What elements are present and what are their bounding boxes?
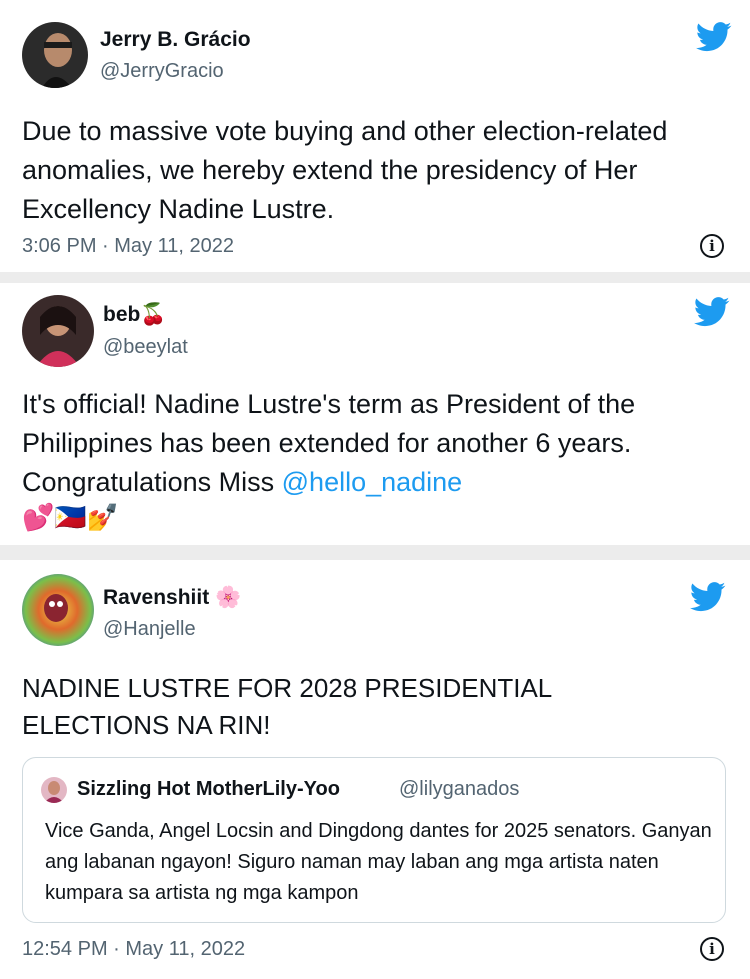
divider bbox=[0, 272, 750, 283]
tweet-text: Due to massive vote buying and other ele… bbox=[22, 116, 668, 224]
tweet-text: NADINE LUSTRE FOR 2028 PRESIDENTIAL ELEC… bbox=[22, 673, 552, 740]
display-name[interactable]: Ravenshiit 🌸 bbox=[103, 586, 241, 610]
twitter-bird-icon[interactable] bbox=[690, 582, 726, 612]
flower-emoji: 🌸 bbox=[215, 586, 242, 609]
quoted-user-handle[interactable]: @lilyganados bbox=[399, 778, 519, 801]
quoted-tweet[interactable]: Sizzling Hot MotherLily-Yoo @lilyganados… bbox=[22, 757, 726, 923]
tweet-card[interactable]: beb🍒 @beeylat It's official! Nadine Lust… bbox=[0, 283, 750, 545]
twitter-bird-icon[interactable] bbox=[696, 22, 732, 52]
avatar[interactable] bbox=[22, 22, 88, 88]
quoted-tweet-text: Vice Ganda, Angel Locsin and Dingdong da… bbox=[45, 820, 712, 904]
quoted-display-name[interactable]: Sizzling Hot MotherLily-Yoo bbox=[77, 778, 340, 801]
tweet-timestamp[interactable]: 3:06 PM · May 11, 2022 bbox=[22, 235, 234, 258]
avatar[interactable] bbox=[22, 574, 94, 646]
info-icon[interactable]: i bbox=[700, 234, 724, 258]
display-name[interactable]: Jerry B. Grácio bbox=[100, 28, 251, 52]
divider bbox=[0, 545, 750, 560]
display-name-text[interactable]: Ravenshiit bbox=[103, 586, 209, 609]
tweet-timestamp[interactable]: 12:54 PM · May 11, 2022 bbox=[22, 938, 245, 961]
quoted-avatar[interactable] bbox=[41, 777, 67, 803]
user-handle[interactable]: @Hanjelle bbox=[103, 618, 196, 641]
display-name-text[interactable]: beb bbox=[103, 303, 140, 326]
avatar[interactable] bbox=[22, 295, 94, 367]
display-name[interactable]: beb🍒 bbox=[103, 303, 167, 327]
mention-link[interactable]: @hello_nadine bbox=[282, 467, 463, 497]
tweet-text: It's official! Nadine Lustre's term as P… bbox=[22, 385, 734, 502]
tweet-card[interactable]: Jerry B. Grácio @JerryGracio Due to mass… bbox=[0, 0, 750, 272]
twitter-bird-icon[interactable] bbox=[694, 297, 730, 327]
user-handle[interactable]: @beeylat bbox=[103, 336, 188, 359]
tweet-card[interactable]: Ravenshiit 🌸 @Hanjelle NADINE LUSTRE FOR… bbox=[0, 560, 750, 979]
cherry-emoji: 🍒 bbox=[140, 303, 167, 326]
info-icon[interactable]: i bbox=[700, 937, 724, 961]
emoji-line: 💕🇵🇭💅 bbox=[22, 502, 120, 532]
user-handle[interactable]: @JerryGracio bbox=[100, 60, 224, 83]
